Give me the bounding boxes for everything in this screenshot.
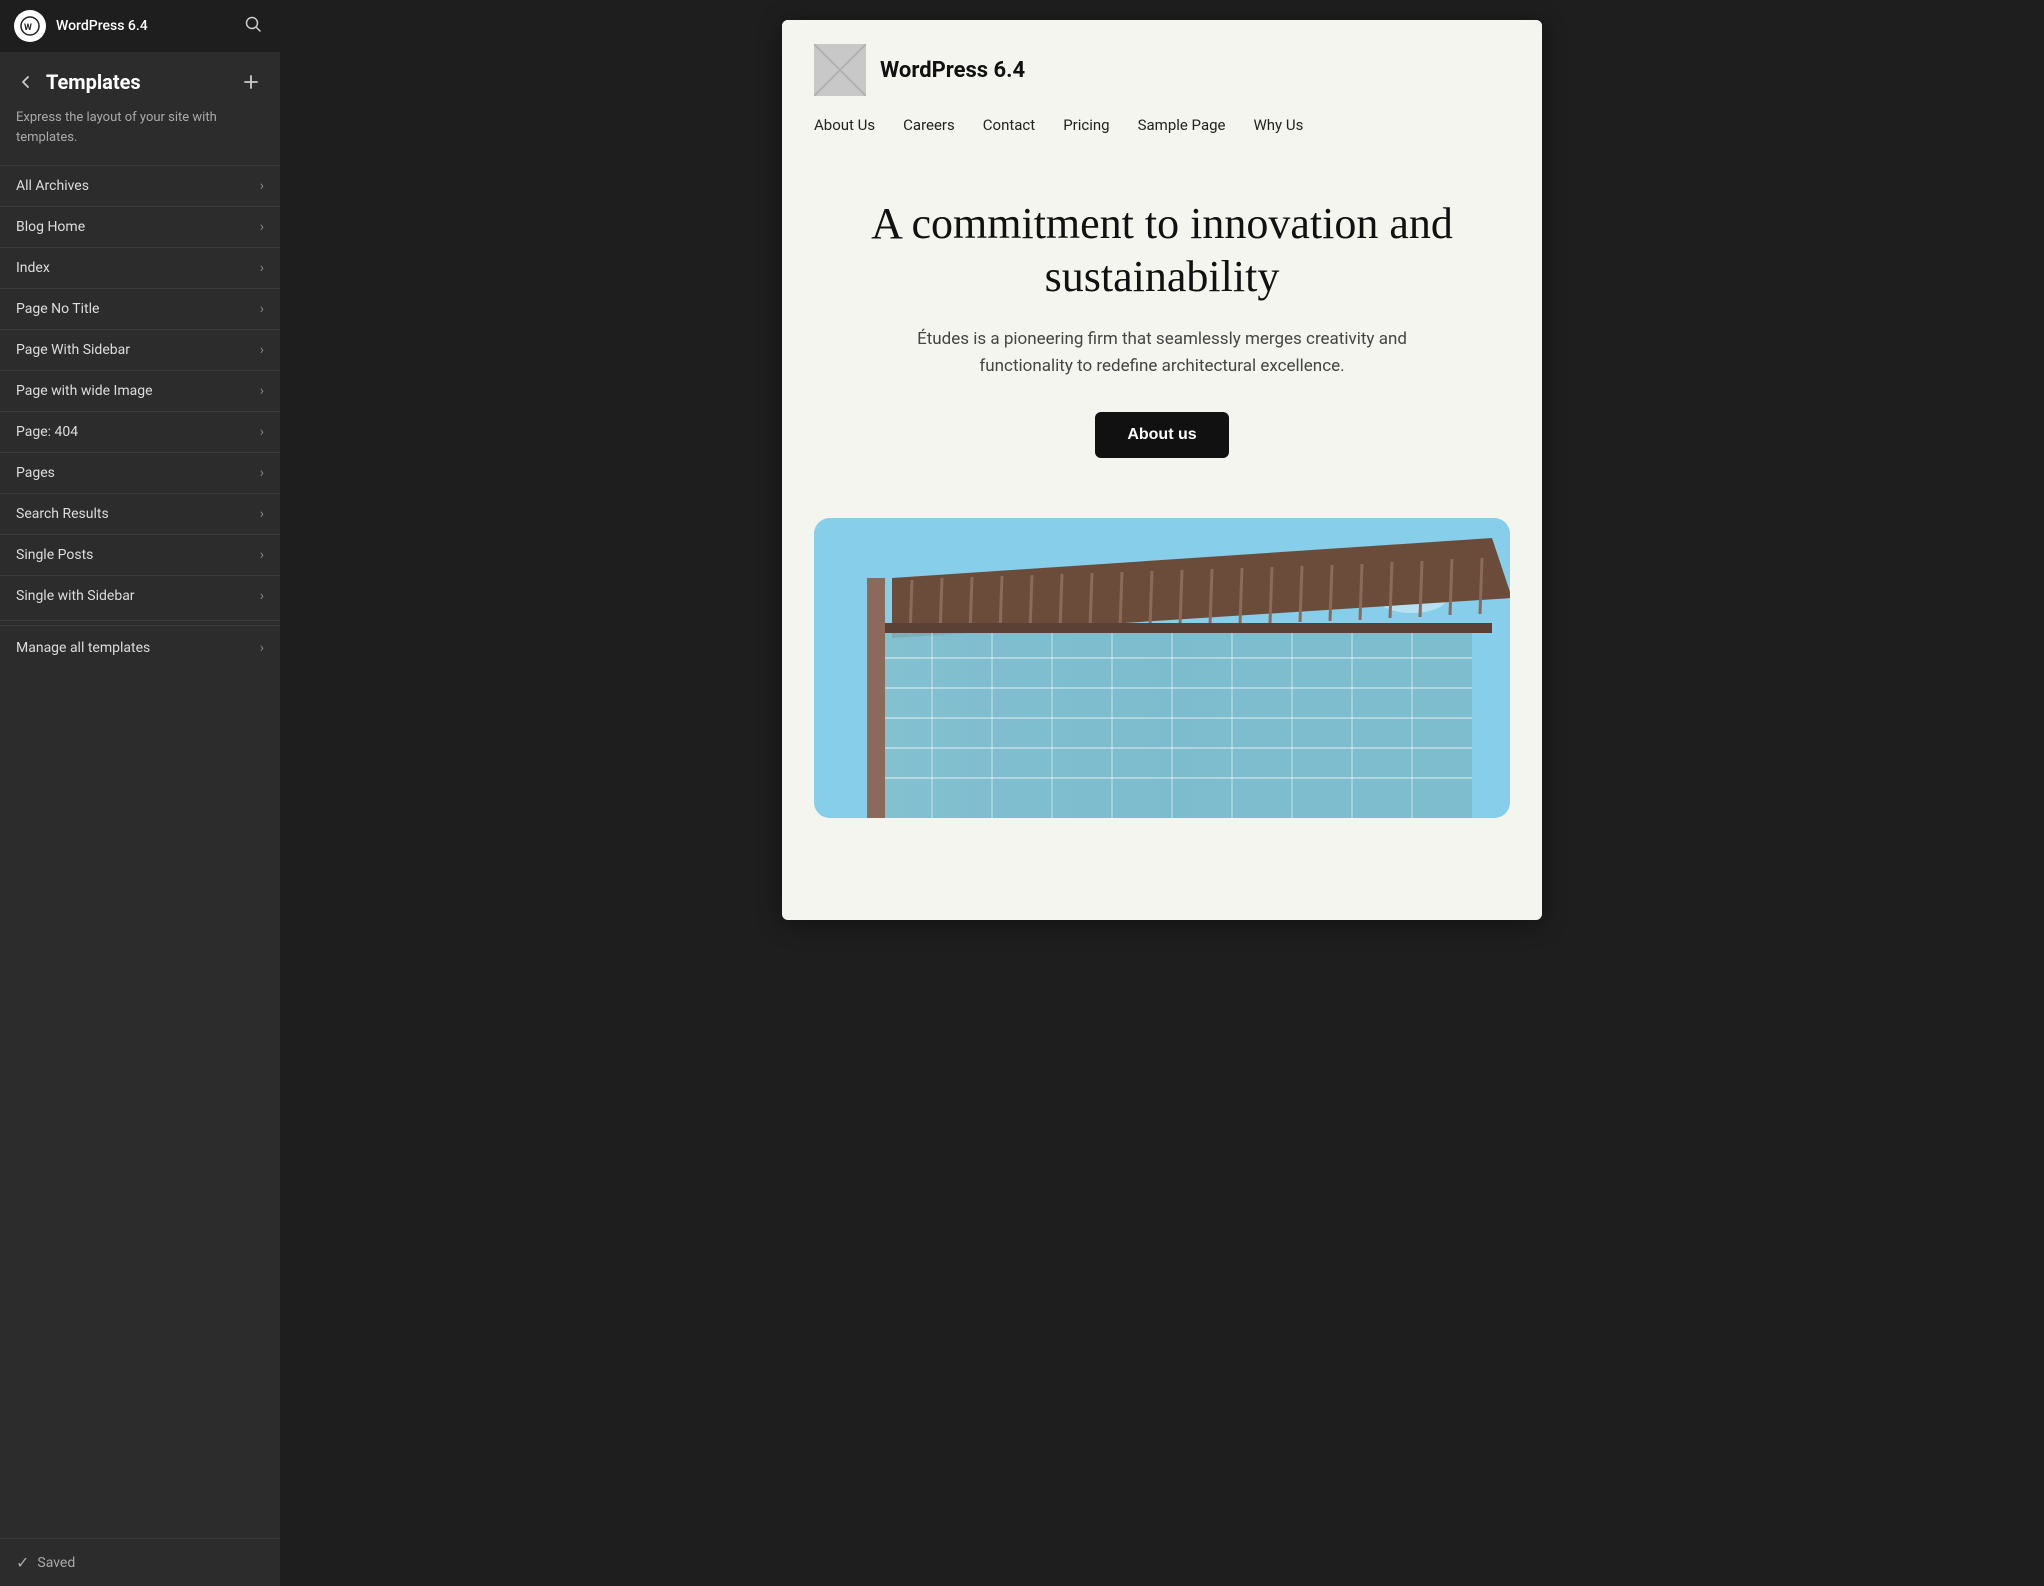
- hero-title: A commitment to innovation and sustainab…: [814, 198, 1510, 304]
- chevron-icon: ›: [260, 465, 264, 481]
- hero-section: A commitment to innovation and sustainab…: [782, 150, 1542, 494]
- sidebar-item-all-archives[interactable]: All Archives ›: [0, 165, 280, 206]
- templates-header: Templates: [0, 52, 280, 104]
- main-preview: WordPress 6.4 About Us Careers Contact P…: [280, 0, 2044, 1586]
- manage-label: Manage all templates: [16, 640, 150, 656]
- search-button[interactable]: [240, 11, 266, 42]
- nav-link-pricing[interactable]: Pricing: [1063, 116, 1109, 134]
- chevron-icon: ›: [260, 424, 264, 440]
- chevron-icon: ›: [260, 260, 264, 276]
- site-logo: [814, 44, 866, 96]
- chevron-icon: ›: [260, 383, 264, 399]
- sidebar-nav: All Archives › Blog Home › Index › Page …: [0, 165, 280, 1538]
- nav-link-about-us[interactable]: About Us: [814, 116, 875, 134]
- sidebar-item-search-results[interactable]: Search Results ›: [0, 493, 280, 534]
- sidebar-item-single-with-sidebar[interactable]: Single with Sidebar ›: [0, 575, 280, 616]
- svg-text:W: W: [24, 23, 32, 33]
- sidebar-title-bar-text: WordPress 6.4: [56, 18, 230, 34]
- nav-link-sample-page[interactable]: Sample Page: [1138, 116, 1226, 134]
- chevron-icon: ›: [260, 178, 264, 194]
- hero-description: Études is a pioneering firm that seamles…: [902, 326, 1422, 380]
- add-template-button[interactable]: [238, 71, 264, 93]
- site-header: WordPress 6.4 About Us Careers Contact P…: [782, 20, 1542, 150]
- sidebar-item-page-404[interactable]: Page: 404 ›: [0, 411, 280, 452]
- chevron-icon: ›: [260, 342, 264, 358]
- chevron-icon: ›: [260, 547, 264, 563]
- sidebar-item-blog-home[interactable]: Blog Home ›: [0, 206, 280, 247]
- saved-label: Saved: [37, 1555, 75, 1571]
- nav-link-careers[interactable]: Careers: [903, 116, 955, 134]
- chevron-icon: ›: [260, 640, 264, 656]
- saved-check-icon: ✓: [16, 1553, 29, 1572]
- sidebar: W WordPress 6.4 Templates Express the la…: [0, 0, 280, 1586]
- site-nav: About Us Careers Contact Pricing Sample …: [814, 116, 1510, 134]
- site-name: WordPress 6.4: [880, 58, 1025, 83]
- chevron-icon: ›: [260, 588, 264, 604]
- sidebar-top-bar: W WordPress 6.4: [0, 0, 280, 52]
- sidebar-item-page-with-wide-image[interactable]: Page with wide Image ›: [0, 370, 280, 411]
- site-brand: WordPress 6.4: [814, 44, 1510, 96]
- about-us-button[interactable]: About us: [1095, 412, 1228, 458]
- chevron-icon: ›: [260, 301, 264, 317]
- nav-link-why-us[interactable]: Why Us: [1253, 116, 1303, 134]
- sidebar-item-pages[interactable]: Pages ›: [0, 452, 280, 493]
- back-button[interactable]: [16, 72, 40, 92]
- wp-logo[interactable]: W: [14, 10, 46, 42]
- sidebar-item-page-with-sidebar[interactable]: Page With Sidebar ›: [0, 329, 280, 370]
- sidebar-divider: [0, 620, 280, 621]
- manage-all-templates-item[interactable]: Manage all templates ›: [0, 625, 280, 670]
- chevron-icon: ›: [260, 506, 264, 522]
- sidebar-item-index[interactable]: Index ›: [0, 247, 280, 288]
- sidebar-item-single-posts[interactable]: Single Posts ›: [0, 534, 280, 575]
- nav-link-contact[interactable]: Contact: [983, 116, 1035, 134]
- sidebar-heading: Templates: [46, 70, 238, 94]
- sidebar-footer: ✓ Saved: [0, 1538, 280, 1586]
- sidebar-description: Express the layout of your site with tem…: [0, 104, 280, 165]
- sidebar-item-page-no-title[interactable]: Page No Title ›: [0, 288, 280, 329]
- architecture-image: [814, 518, 1510, 818]
- preview-frame: WordPress 6.4 About Us Careers Contact P…: [782, 20, 1542, 920]
- chevron-icon: ›: [260, 219, 264, 235]
